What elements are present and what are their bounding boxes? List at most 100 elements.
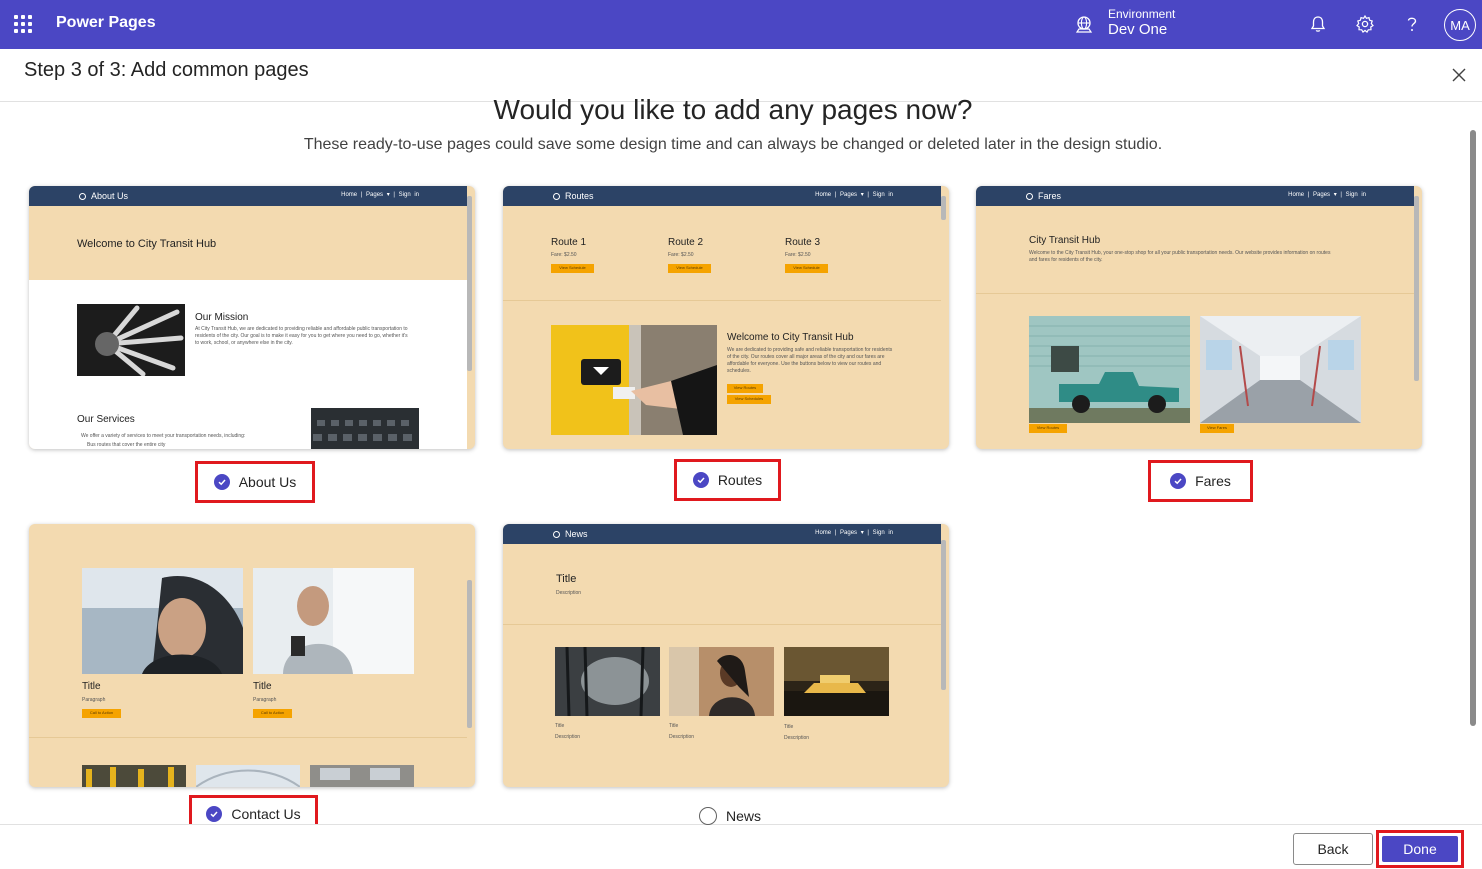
- checkmark-icon: [1170, 473, 1187, 489]
- preview-nav-title: About Us: [91, 191, 129, 201]
- route-name: Route 2: [668, 237, 704, 248]
- services-text: We offer a variety of services to meet y…: [81, 433, 246, 439]
- man-with-phone-image: [253, 568, 414, 674]
- news-item-description: Description: [784, 735, 810, 741]
- preview-nav-links: Home | Pages ▾ | Sign in: [815, 192, 893, 198]
- gear-icon[interactable]: [1355, 14, 1375, 34]
- services-title: Our Services: [77, 414, 135, 425]
- contact-us-label: Contact Us: [231, 806, 301, 822]
- page-scrollbar[interactable]: [1470, 130, 1476, 726]
- station-roof-image: [196, 765, 300, 787]
- news-preview-card[interactable]: News Home | Pages ▾ | Sign in Title Desc…: [503, 524, 949, 787]
- preview-scrollbar[interactable]: [467, 190, 472, 445]
- environment-picker[interactable]: Dev One: [1108, 21, 1167, 38]
- view-schedule-button: View Schedule: [551, 264, 594, 273]
- app-name[interactable]: Power Pages: [56, 14, 156, 32]
- preview-nav-title: News: [565, 529, 588, 539]
- call-to-action-button: Call to Action: [82, 709, 121, 718]
- site-logo-icon: [1026, 193, 1033, 200]
- route-name: Route 3: [785, 237, 821, 248]
- preview-nav: News Home | Pages ▾ | Sign in: [503, 524, 941, 544]
- news-label: News: [725, 808, 761, 824]
- contact-col2-paragraph: Paragraph: [253, 697, 277, 703]
- turbine-image: [77, 304, 185, 376]
- preview-nav: Routes Home | Pages ▾ | Sign in: [503, 186, 941, 206]
- services-item: Bus routes that cover the entire city: [87, 442, 166, 448]
- unchecked-circle-icon: [698, 807, 717, 825]
- fares-text: Welcome to the City Transit Hub, your on…: [1029, 250, 1331, 263]
- view-fares-button: View Fares: [1200, 424, 1234, 433]
- routes-checkbox[interactable]: Routes: [674, 459, 781, 501]
- contact-col1-title: Title: [82, 681, 101, 692]
- view-schedule-button: View Schedule: [785, 264, 828, 273]
- call-to-action-button: Call to Action: [253, 709, 292, 718]
- top-bar: Power Pages Environment Dev One MA: [0, 0, 1482, 49]
- checkmark-icon: [213, 474, 230, 490]
- site-logo-icon: [553, 193, 560, 200]
- bus-seats-image: [311, 408, 419, 449]
- welcome-title: Welcome to City Transit Hub: [727, 332, 854, 343]
- view-schedules-button: View Schedules: [727, 395, 771, 404]
- welcome-text: We are dedicated to providing safe and r…: [727, 347, 893, 374]
- news-item-description: Description: [669, 734, 695, 740]
- news-item-title: Title: [784, 724, 794, 730]
- fares-preview-card[interactable]: Fares Home | Pages ▾ | Sign in City Tran…: [976, 186, 1422, 449]
- avatar[interactable]: MA: [1444, 9, 1476, 41]
- preview-body: Our Mission At City Transit Hub, we are …: [29, 280, 467, 449]
- contact-col2-title: Title: [253, 681, 272, 692]
- preview-nav: About Us Home | Pages ▾ | Sign in: [29, 186, 467, 206]
- close-icon[interactable]: [1449, 65, 1469, 85]
- routes-preview-card[interactable]: Routes Home | Pages ▾ | Sign in Route 1 …: [503, 186, 949, 449]
- step-title: Step 3 of 3: Add common pages: [24, 59, 309, 81]
- bus-interior-image: [82, 765, 186, 787]
- about-us-preview-card[interactable]: About Us Home | Pages ▾ | Sign in Welcom…: [29, 186, 475, 449]
- preview-nav-title: Routes: [565, 191, 594, 201]
- preview-nav-title: Fares: [1038, 191, 1062, 201]
- checkmark-icon: [206, 806, 223, 822]
- news-item-description: Description: [555, 734, 581, 740]
- news-checkbox[interactable]: News: [680, 796, 780, 836]
- view-routes-button: View Routes: [727, 384, 763, 393]
- news-title: Title: [556, 573, 577, 585]
- view-schedule-button: View Schedule: [668, 264, 711, 273]
- environment-icon: [1075, 16, 1093, 33]
- done-button-highlight: Done: [1376, 830, 1464, 868]
- page-subtitle: These ready-to-use pages could save some…: [303, 136, 1163, 153]
- preview-nav-links: Home | Pages ▾ | Sign in: [1288, 192, 1366, 198]
- mission-title: Our Mission: [195, 312, 249, 323]
- news-description: Description: [556, 590, 582, 596]
- preview-scrollbar[interactable]: [1414, 190, 1419, 445]
- news-item-title: Title: [669, 723, 679, 729]
- man-in-car-image: [82, 568, 243, 674]
- done-button[interactable]: Done: [1382, 836, 1458, 862]
- app-launcher-icon[interactable]: [14, 15, 32, 33]
- routes-label: Routes: [717, 472, 763, 488]
- ticket-card-image: [551, 325, 717, 435]
- train-interior-image: [310, 765, 414, 787]
- preview-scrollbar[interactable]: [467, 528, 472, 783]
- contact-col1-paragraph: Paragraph: [82, 697, 106, 703]
- route-fare: Fare: $2.50: [785, 252, 811, 258]
- about-us-label: About Us: [238, 474, 297, 490]
- environment-label: Environment: [1108, 7, 1176, 21]
- ferry-sunset-image: [784, 647, 889, 716]
- train-interior-image: [1200, 316, 1361, 423]
- back-button[interactable]: Back: [1293, 833, 1373, 865]
- preview-nav: Fares Home | Pages ▾ | Sign in: [976, 186, 1414, 206]
- vintage-truck-image: [1029, 316, 1190, 423]
- about-us-checkbox[interactable]: About Us: [195, 461, 315, 503]
- preview-scrollbar[interactable]: [941, 528, 946, 783]
- preview-nav-links: Home | Pages ▾ | Sign in: [341, 192, 419, 198]
- route-fare: Fare: $2.50: [551, 252, 577, 258]
- preview-nav-links: Home | Pages ▾ | Sign in: [815, 530, 893, 536]
- site-logo-icon: [79, 193, 86, 200]
- contact-us-preview-card[interactable]: Title Paragraph Call to Action Title Par…: [29, 524, 475, 787]
- preview-scrollbar[interactable]: [941, 190, 946, 445]
- site-logo-icon: [553, 531, 560, 538]
- preview-hero-title: Welcome to City Transit Hub: [77, 238, 217, 250]
- fares-checkbox[interactable]: Fares: [1148, 460, 1253, 502]
- foggy-forest-image: [555, 647, 660, 716]
- help-icon[interactable]: [1402, 14, 1422, 34]
- bell-icon[interactable]: [1308, 14, 1328, 34]
- woman-on-train-image: [669, 647, 774, 716]
